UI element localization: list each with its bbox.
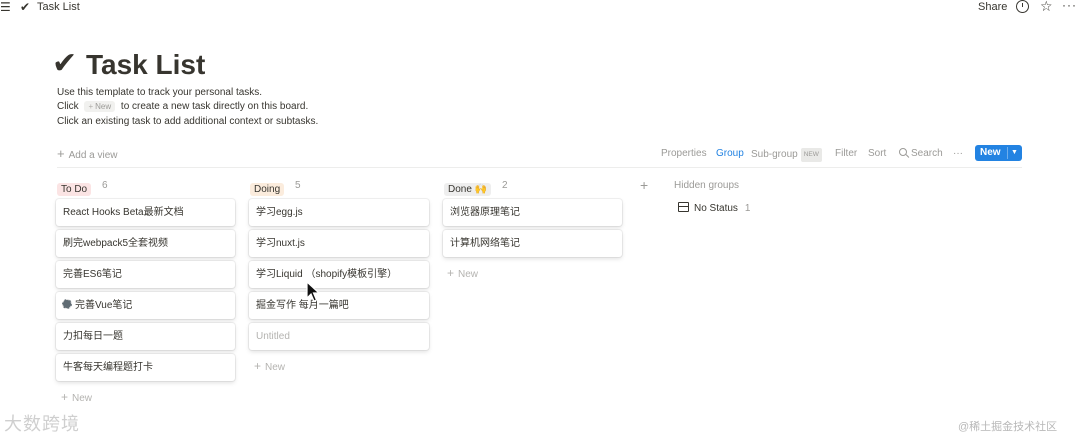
status-tag: Doing <box>250 183 285 196</box>
inline-new-badge: + New <box>84 101 116 112</box>
add-card-label: New <box>265 362 286 373</box>
subgroup-label: Sub-group <box>751 149 798 160</box>
description-line: Use this template to track your personal… <box>57 87 263 98</box>
subgroup-button[interactable]: Sub-group NEW <box>751 148 822 162</box>
column-header-todo[interactable]: To Do 6 <box>57 179 237 196</box>
add-card-button[interactable]: + New <box>254 360 285 374</box>
topbar: ☰ ✔ Task List Share ☆ ··· <box>0 0 1079 16</box>
column-count: 5 <box>295 180 301 191</box>
star-icon[interactable]: ☆ <box>1040 0 1053 14</box>
plus-icon: + <box>61 390 69 404</box>
task-card[interactable]: 刷完webpack5全套视频 <box>56 230 235 257</box>
task-card[interactable]: 学习Liquid （shopify模板引擎） <box>249 261 429 288</box>
divider <box>57 167 1022 168</box>
sort-button[interactable]: Sort <box>868 148 886 160</box>
plus-icon: + <box>88 102 94 111</box>
chevron-down-icon[interactable]: ▼ <box>1011 145 1018 161</box>
page-title[interactable]: Task List <box>86 47 205 83</box>
search-icon <box>899 148 907 156</box>
task-card[interactable]: Untitled <box>249 323 429 350</box>
task-card[interactable]: 学习egg.js <box>249 199 429 226</box>
add-view-label: Add a view <box>68 150 118 161</box>
no-status-label: No Status <box>694 203 738 214</box>
search-label: Search <box>911 148 943 159</box>
task-card[interactable]: 浏览器原理笔记 <box>443 199 622 226</box>
clock-icon[interactable] <box>1016 0 1029 13</box>
task-card[interactable]: 牛客每天编程题打卡 <box>56 354 235 381</box>
properties-button[interactable]: Properties <box>661 148 707 160</box>
checkmark-icon: ✔ <box>52 47 78 80</box>
description-line: Click + New to create a new task directly… <box>57 100 308 113</box>
column-header-doing[interactable]: Doing 5 <box>250 179 430 196</box>
task-card-title: 完善Vue笔记 <box>75 300 133 311</box>
task-card[interactable]: 计算机网络笔记 <box>443 230 622 257</box>
hidden-group-no-status[interactable]: No Status 1 <box>678 202 750 215</box>
divider <box>1007 147 1008 159</box>
mouse-cursor-icon <box>306 281 320 302</box>
task-card[interactable]: 完善ES6笔记 <box>56 261 235 288</box>
hidden-groups-label: Hidden groups <box>674 180 740 191</box>
search-button[interactable]: Search <box>899 148 943 160</box>
column-header-done[interactable]: Done 🙌 2 <box>444 179 624 196</box>
watermark: @稀土掘金技术社区 <box>958 421 1058 433</box>
new-button-label: New <box>980 147 1001 158</box>
task-card[interactable]: 力扣每日一题 <box>56 323 235 350</box>
add-card-button[interactable]: + New <box>447 267 478 281</box>
checkmark-icon: ✔ <box>20 0 31 14</box>
column-count: 2 <box>502 180 508 191</box>
group-button[interactable]: Group <box>716 148 744 160</box>
new-button[interactable]: New ▼ <box>975 145 1022 161</box>
page-icon <box>62 299 72 309</box>
menu-icon[interactable]: ☰ <box>0 1 11 13</box>
inbox-icon <box>678 202 689 212</box>
more-options-icon[interactable]: ··· <box>953 148 963 160</box>
plus-icon: + <box>447 266 455 280</box>
filter-button[interactable]: Filter <box>835 148 857 160</box>
inline-new-label: New <box>95 102 112 111</box>
new-badge: NEW <box>800 148 822 162</box>
share-button[interactable]: Share <box>978 1 1007 14</box>
task-card[interactable]: 完善Vue笔记 <box>56 292 235 319</box>
add-view-button[interactable]: + Add a view <box>57 147 118 162</box>
more-icon[interactable]: ··· <box>1062 0 1077 12</box>
status-tag: Done 🙌 <box>444 183 492 196</box>
breadcrumb[interactable]: Task List <box>37 1 80 14</box>
column-count: 6 <box>102 180 108 191</box>
task-card[interactable]: 学习nuxt.js <box>249 230 429 257</box>
task-card[interactable]: 掘金写作 每月一篇吧 <box>249 292 429 319</box>
description-text: Click <box>57 101 79 112</box>
status-tag: To Do <box>57 183 92 196</box>
no-status-count: 1 <box>744 203 751 214</box>
plus-icon: + <box>57 146 65 161</box>
watermark: 大数跨境 <box>4 414 80 434</box>
add-card-label: New <box>72 393 93 404</box>
add-card-button[interactable]: + New <box>61 391 92 405</box>
task-card[interactable]: React Hooks Beta最新文档 <box>56 199 235 226</box>
add-group-button[interactable]: + <box>640 178 648 192</box>
description-line: Click an existing task to add additional… <box>57 116 319 127</box>
add-card-label: New <box>458 269 479 280</box>
description-text: to create a new task directly on this bo… <box>120 101 309 112</box>
plus-icon: + <box>254 359 262 373</box>
